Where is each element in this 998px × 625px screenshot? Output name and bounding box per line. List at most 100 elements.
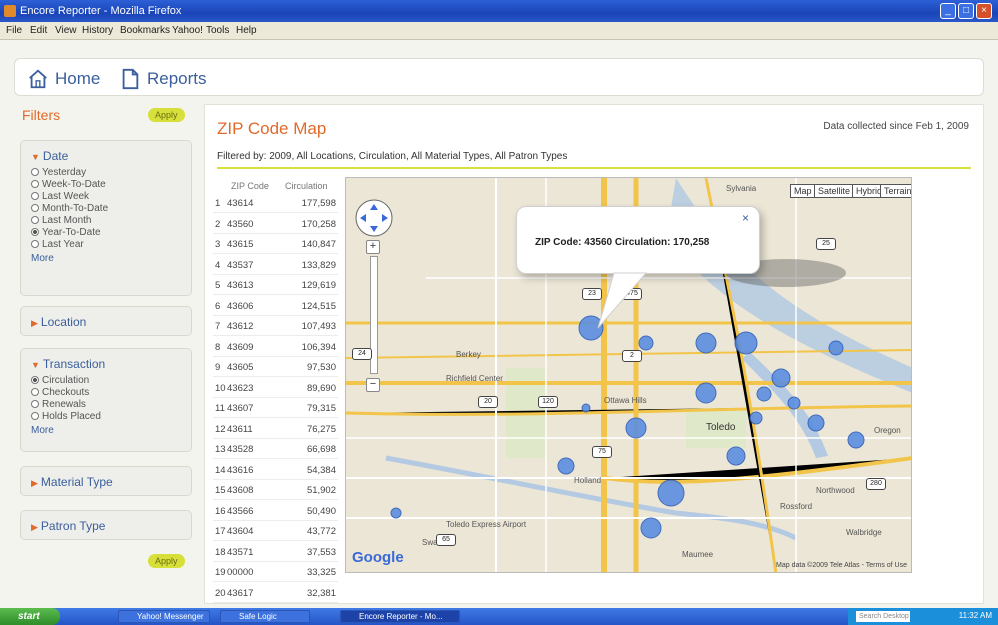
table-cell-zip: 43606 (227, 300, 254, 312)
menu-bar: File Edit View History Bookmarks Yahoo! … (0, 22, 998, 40)
date-filter-header[interactable]: ▼ Date (31, 149, 68, 163)
task-safelogic[interactable]: Safe Logic (220, 610, 310, 623)
date-more-link[interactable]: More (31, 253, 54, 264)
menu-view[interactable]: View (55, 25, 77, 36)
table-row[interactable]: 2 43560 170,258 (213, 214, 338, 234)
table-row[interactable]: 9 43605 97,530 (213, 357, 338, 377)
menu-help[interactable]: Help (236, 25, 257, 36)
table-row[interactable]: 12 43611 76,275 (213, 419, 338, 439)
date-option[interactable]: Yesterday (31, 167, 86, 178)
app-header: Home Reports (14, 58, 984, 96)
table-row[interactable]: 16 43566 50,490 (213, 501, 338, 521)
radio-selected-icon (31, 376, 39, 384)
table-row[interactable]: 3 43615 140,847 (213, 234, 338, 254)
radio-icon (31, 240, 39, 248)
nav-reports[interactable]: Reports (119, 68, 207, 90)
table-cell-circ: 43,772 (306, 526, 336, 537)
table-row[interactable]: 19 00000 33,325 (213, 562, 338, 582)
table-row[interactable]: 15 43608 51,902 (213, 480, 338, 500)
date-option[interactable]: Last Year (31, 239, 84, 250)
table-row[interactable]: 20 43617 32,381 (213, 583, 338, 603)
filters-panel: Filters Apply ▼ Date Yesterday Week-To-Da… (14, 102, 200, 582)
menu-edit[interactable]: Edit (30, 25, 47, 36)
date-option[interactable]: Week-To-Date (31, 179, 106, 190)
table-row[interactable]: 13 43528 66,698 (213, 439, 338, 459)
table-cell-circ: 107,493 (301, 321, 336, 332)
transaction-option[interactable]: Checkouts (31, 387, 89, 398)
table-cell-circ: 133,829 (301, 259, 336, 271)
table-cell-zip: 43614 (227, 198, 254, 209)
table-cell-zip: 43609 (227, 341, 254, 353)
location-filter[interactable]: ▶ Location (20, 306, 192, 336)
transaction-option[interactable]: Holds Placed (31, 411, 101, 422)
table-cell-rank: 7 (215, 321, 221, 332)
table-cell-zip: 43605 (227, 362, 254, 373)
table-row[interactable]: 7 43612 107,493 (213, 316, 338, 336)
transaction-option-selected[interactable]: Circulation (31, 375, 89, 386)
clock: 11:32 AM (958, 611, 992, 620)
zip-map[interactable]: Map Satellite Hybrid Terrain + − Toledo … (345, 177, 912, 573)
nav-home[interactable]: Home (27, 68, 100, 90)
table-row[interactable]: 11 43607 79,315 (213, 398, 338, 418)
table-row[interactable]: 10 43623 89,690 (213, 378, 338, 398)
patron-type-filter[interactable]: ▶ Patron Type (20, 510, 192, 540)
chevron-right-icon: ▶ (31, 522, 38, 532)
firefox-icon (4, 5, 16, 17)
table-row[interactable]: 17 43604 43,772 (213, 521, 338, 541)
menu-file[interactable]: File (6, 25, 22, 36)
table-cell-rank: 10 (215, 382, 226, 394)
table-row[interactable]: 5 43613 129,619 (213, 275, 338, 295)
start-button[interactable]: start (0, 608, 60, 625)
date-option[interactable]: Last Week (31, 191, 89, 202)
material-type-filter-header[interactable]: ▶ Material Type (31, 475, 113, 489)
table-cell-circ: 51,902 (306, 485, 336, 496)
table-cell-zip: 43560 (227, 218, 254, 230)
menu-yahoo[interactable]: Yahoo! (172, 25, 203, 36)
location-filter-header[interactable]: ▶ Location (31, 315, 86, 329)
transaction-filter-header[interactable]: ▼ Transaction (31, 357, 105, 371)
table-row[interactable]: 1 43614 177,598 (213, 193, 338, 213)
apply-button-top[interactable]: Apply (148, 108, 185, 122)
date-option[interactable]: Month-To-Date (31, 203, 108, 214)
table-cell-rank: 11 (215, 403, 225, 414)
transaction-more-link[interactable]: More (31, 425, 54, 436)
chevron-right-icon: ▶ (31, 478, 38, 488)
system-tray: Search Desktop 11:32 AM (848, 608, 998, 625)
document-icon (122, 68, 139, 90)
table-row[interactable]: 4 43537 133,829 (213, 255, 338, 275)
table-cell-zip: 43604 (227, 526, 254, 537)
table-cell-zip: 43608 (227, 485, 254, 496)
task-encore-reporter[interactable]: Encore Reporter - Mo... (340, 610, 460, 623)
table-cell-circ: 97,530 (306, 362, 336, 373)
map-attribution: Map data ©2009 Tele Atlas - Terms of Use (776, 562, 907, 569)
table-cell-rank: 5 (215, 280, 221, 291)
table-row[interactable]: 18 43571 37,553 (213, 542, 338, 562)
date-option[interactable]: Last Month (31, 215, 91, 226)
table-cell-rank: 19 (215, 567, 226, 578)
date-option-selected[interactable]: Year-To-Date (31, 227, 101, 238)
menu-bookmarks[interactable]: Bookmarks (120, 25, 170, 36)
table-row[interactable]: 6 43606 124,515 (213, 296, 338, 316)
table-cell-zip: 43566 (227, 505, 254, 517)
task-yahoo[interactable]: Yahoo! Messenger (118, 610, 210, 623)
radio-icon (31, 192, 39, 200)
minimize-button[interactable]: _ (940, 3, 956, 19)
maximize-button[interactable]: □ (958, 3, 974, 19)
apply-button-bottom[interactable]: Apply (148, 554, 185, 568)
table-cell-rank: 4 (215, 259, 221, 271)
table-cell-zip: 43612 (227, 321, 254, 332)
desktop-search-input[interactable]: Search Desktop (856, 611, 910, 622)
menu-tools[interactable]: Tools (206, 25, 229, 36)
table-cell-rank: 3 (215, 239, 221, 250)
patron-type-filter-header[interactable]: ▶ Patron Type (31, 519, 105, 533)
table-cell-zip: 43615 (227, 239, 254, 250)
table-row[interactable]: 8 43609 106,394 (213, 337, 338, 357)
menu-history[interactable]: History (82, 25, 113, 36)
table-row[interactable]: 14 43616 54,384 (213, 460, 338, 480)
table-cell-circ: 129,619 (301, 280, 336, 291)
material-type-filter[interactable]: ▶ Material Type (20, 466, 192, 496)
window-title: Encore Reporter - Mozilla Firefox (20, 5, 182, 17)
close-button[interactable]: × (976, 3, 992, 19)
table-cell-circ: 177,598 (301, 198, 336, 209)
transaction-option[interactable]: Renewals (31, 399, 86, 410)
